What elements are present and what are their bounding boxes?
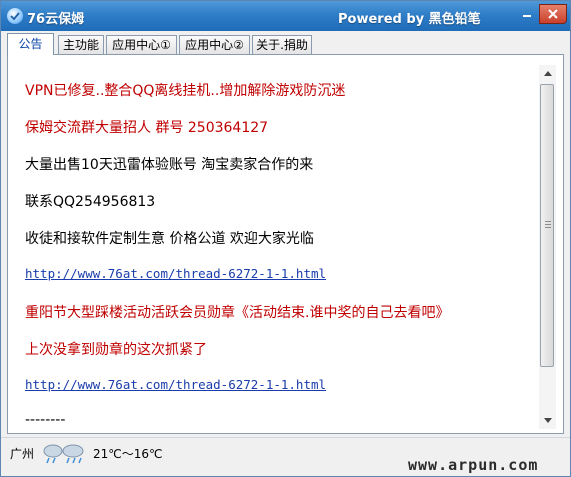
tab-app-center-1[interactable]: 应用中心① <box>106 35 177 54</box>
powered-by-text: Powered by 黑色铅笔 <box>338 12 481 27</box>
notice-line: 保姆交流群大量招人 群号 250364127 <box>25 120 269 136</box>
notice-line: 大量出售10天迅雷体验账号 淘宝卖家合作的来 <box>25 157 314 173</box>
close-button[interactable] <box>539 4 567 24</box>
tab-about-donate[interactable]: 关于.捐助 <box>252 35 312 54</box>
grip-icon <box>545 221 551 230</box>
minimize-icon <box>523 15 531 17</box>
tab-main-functions[interactable]: 主功能 <box>58 35 104 54</box>
temperature-range: 21℃～16℃ <box>93 447 163 461</box>
app-window: 76云保姆 Powered by 黑色铅笔 公告 主功能 应用中心① 应用中心②… <box>0 0 571 477</box>
notice-link[interactable]: http://www.76at.com/thread-6272-1-1.html <box>25 377 326 392</box>
notice-line: -------- <box>25 412 66 428</box>
rain-cloud-icon <box>43 444 84 464</box>
title-bar[interactable]: 76云保姆 Powered by 黑色铅笔 <box>1 1 570 31</box>
weather-city: 广州 <box>10 447 35 461</box>
tab-announcement[interactable]: 公告 <box>7 33 54 55</box>
notice-line: 联系QQ254956813 <box>25 194 156 210</box>
close-icon <box>548 9 558 19</box>
scroll-up-button[interactable] <box>539 65 556 82</box>
announcement-panel: VPN已修复..整合QQ离线挂机..增加解除游戏防沉迷 保姆交流群大量招人 群号… <box>7 54 564 434</box>
notice-line: 上次没拿到勋章的这次抓紧了 <box>25 342 207 358</box>
window-title: 76云保姆 <box>27 12 85 27</box>
scrollbar-thumb[interactable] <box>540 84 554 367</box>
watermark: www.arpun.com <box>408 456 539 474</box>
tab-app-center-2[interactable]: 应用中心② <box>179 35 250 54</box>
minimize-button[interactable] <box>515 4 539 24</box>
notice-line: 收徒和接软件定制生意 价格公道 欢迎大家光临 <box>25 231 314 247</box>
app-icon <box>7 8 23 24</box>
notice-line: 重阳节大型踩楼活动活跃会员勋章《活动结束.谁中奖的自己去看吧》 <box>25 305 450 321</box>
notice-line: VPN已修复..整合QQ离线挂机..增加解除游戏防沉迷 <box>25 83 346 99</box>
vertical-scrollbar[interactable] <box>539 65 556 429</box>
status-bar: 广州 21℃～16℃ www.arpun.com <box>1 437 570 476</box>
arrow-down-icon <box>543 418 552 423</box>
notice-link[interactable]: http://www.76at.com/thread-6272-1-1.html <box>25 266 326 281</box>
announcement-text-area[interactable]: VPN已修复..整合QQ离线挂机..增加解除游戏防沉迷 保姆交流群大量招人 群号… <box>18 61 538 431</box>
arrow-up-icon <box>543 71 552 76</box>
scroll-down-button[interactable] <box>539 412 556 429</box>
